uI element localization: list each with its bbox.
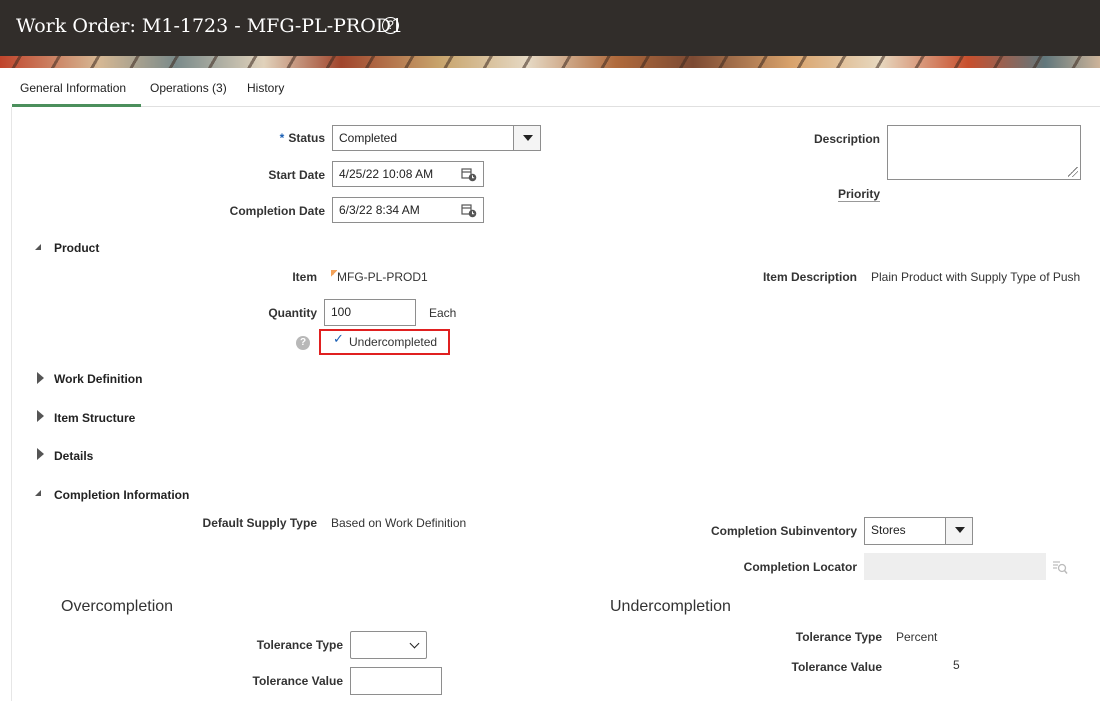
collapsed-triangle-icon <box>37 410 44 422</box>
calendar-icon[interactable] <box>461 203 477 218</box>
quantity-label: Quantity <box>268 306 317 320</box>
start-date-label: Start Date <box>268 168 325 182</box>
decorative-banner <box>0 56 1100 68</box>
default-supply-type-value: Based on Work Definition <box>331 516 467 530</box>
completion-locator-label: Completion Locator <box>743 560 857 574</box>
priority-label-text: Priority <box>837 187 880 202</box>
completion-subinventory-select[interactable]: Stores <box>864 517 973 545</box>
item-label: Item <box>292 270 317 284</box>
status-select[interactable]: Completed <box>332 125 541 151</box>
over-tolerance-value-input[interactable] <box>350 667 442 695</box>
under-tolerance-value-value: 5 <box>953 658 960 672</box>
required-mark: * <box>279 131 285 145</box>
undercompleted-highlight: ✓ Undercompleted <box>319 329 450 355</box>
status-label: * Status <box>280 131 325 145</box>
resize-grip-icon[interactable] <box>1068 167 1078 177</box>
description-textarea[interactable] <box>887 125 1081 180</box>
checkmark-icon[interactable]: ✓ <box>333 331 344 347</box>
status-label-text: Status <box>288 131 325 145</box>
collapsed-triangle-icon <box>37 372 44 384</box>
help-icon[interactable]: ? <box>296 336 310 350</box>
default-supply-type-label: Default Supply Type <box>202 516 317 530</box>
active-tab-indicator <box>12 104 141 107</box>
under-tolerance-value-label: Tolerance Value <box>791 660 883 674</box>
description-label: Description <box>813 132 880 146</box>
expanded-triangle-icon <box>35 490 41 496</box>
overcompletion-heading: Overcompletion <box>61 598 174 615</box>
tab-operations[interactable]: Operations (3) <box>150 81 227 95</box>
calendar-icon[interactable] <box>461 167 477 182</box>
undercompletion-heading: Undercompletion <box>610 598 731 615</box>
tab-general-information[interactable]: General Information <box>20 81 126 95</box>
over-tolerance-type-select[interactable] <box>350 631 427 659</box>
chevron-down-icon <box>409 638 420 649</box>
page-header: Work Order: M1-1723 - MFG-PL-PROD1 ? <box>0 0 1100 56</box>
under-tolerance-type-value: Percent <box>896 630 938 644</box>
undercompleted-label: Undercompleted <box>349 335 438 349</box>
quantity-value: 100 <box>331 305 352 319</box>
section-product-label: Product <box>54 241 100 255</box>
section-work-definition-label: Work Definition <box>54 372 143 386</box>
item-value[interactable]: MFG-PL-PROD1 <box>337 270 428 284</box>
collapsed-triangle-icon <box>37 448 44 460</box>
completion-date-value: 6/3/22 8:34 AM <box>339 203 420 217</box>
completion-date-label: Completion Date <box>229 204 325 218</box>
search-icon[interactable] <box>1052 559 1068 575</box>
item-description-value: Plain Product with Supply Type of Push <box>871 270 1081 284</box>
start-date-value: 4/25/22 10:08 AM <box>339 167 434 181</box>
priority-label[interactable]: Priority <box>837 187 880 202</box>
status-value: Completed <box>339 131 398 145</box>
over-tolerance-value-label: Tolerance Value <box>252 674 344 688</box>
completion-date-input[interactable]: 6/3/22 8:34 AM <box>332 197 484 223</box>
tab-history[interactable]: History <box>247 81 284 95</box>
help-icon[interactable]: ? <box>382 17 399 34</box>
tab-bar: General Information Operations (3) Histo… <box>12 68 1100 107</box>
section-item-structure-label: Item Structure <box>54 411 136 425</box>
completion-subinventory-value: Stores <box>871 523 906 537</box>
quantity-uom: Each <box>429 306 457 320</box>
item-description-label: Item Description <box>762 270 857 284</box>
over-tolerance-type-label: Tolerance Type <box>256 638 343 652</box>
chevron-down-icon[interactable] <box>513 126 540 150</box>
start-date-input[interactable]: 4/25/22 10:08 AM <box>332 161 484 187</box>
chevron-down-icon[interactable] <box>945 518 972 544</box>
quantity-input[interactable]: 100 <box>324 299 416 326</box>
content-divider <box>11 107 12 701</box>
under-tolerance-type-label: Tolerance Type <box>795 630 882 644</box>
section-details-label: Details <box>54 449 94 463</box>
section-completion-information-label: Completion Information <box>54 488 190 502</box>
expanded-triangle-icon <box>35 244 41 250</box>
completion-subinventory-label: Completion Subinventory <box>710 524 857 538</box>
page-title: Work Order: M1-1723 - MFG-PL-PROD1 <box>16 15 404 37</box>
completion-locator-input[interactable] <box>864 553 1046 580</box>
